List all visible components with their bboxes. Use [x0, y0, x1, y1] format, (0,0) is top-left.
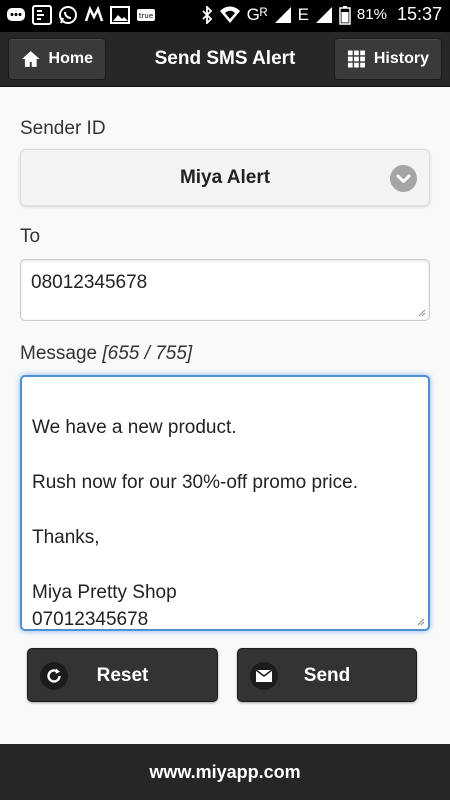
- grid-icon: [347, 50, 365, 68]
- gallery-icon: [110, 6, 130, 24]
- send-button-label: Send: [303, 665, 351, 686]
- footer-link[interactable]: www.miyapp.com: [149, 762, 300, 782]
- message-label-text: Message: [20, 343, 98, 364]
- svg-text:true: true: [139, 12, 153, 20]
- home-button[interactable]: Home: [8, 38, 106, 80]
- to-field[interactable]: 08012345678: [20, 259, 430, 321]
- signal-icon: [274, 6, 291, 23]
- history-button[interactable]: History: [334, 38, 442, 80]
- send-button[interactable]: Send: [237, 648, 417, 702]
- network-type: Gᴿ: [246, 4, 268, 24]
- home-icon: [21, 51, 40, 67]
- whatsapp-icon: [59, 6, 77, 24]
- clock: 15:37: [396, 4, 442, 24]
- battery-icon: [339, 5, 351, 25]
- app-header: Home Send SMS Alert History: [0, 32, 450, 87]
- chevron-down-icon: [390, 165, 417, 192]
- message-textarea[interactable]: We have a new product. Rush now for our …: [20, 375, 430, 631]
- messenger-icon: [7, 8, 25, 21]
- to-value: 08012345678: [31, 272, 148, 293]
- bluetooth-icon: [202, 5, 212, 24]
- status-bar: true Gᴿ E 81% 15:37: [0, 0, 450, 32]
- reset-button-label: Reset: [96, 665, 149, 686]
- system-icons: Gᴿ E 81% 15:37: [201, 4, 442, 25]
- sender-id-label: Sender ID: [20, 118, 106, 139]
- reset-button[interactable]: Reset: [27, 648, 218, 702]
- notification-icons: true: [6, 5, 156, 25]
- sender-id-select[interactable]: Miya Alert: [20, 149, 430, 206]
- footer: www.miyapp.com: [0, 744, 450, 800]
- to-label: To: [20, 226, 41, 247]
- truecaller-icon: true: [137, 9, 155, 21]
- battery-percent: 81%: [356, 6, 387, 23]
- bbm-icon: [32, 5, 52, 25]
- resize-handle-icon[interactable]: [415, 616, 425, 626]
- message-label: Message [655 / 755]: [20, 343, 192, 365]
- history-button-label: History: [373, 50, 429, 67]
- message-char-count: [655 / 755]: [102, 343, 193, 364]
- network-type-2: E: [297, 4, 309, 24]
- signal-icon-2: [315, 6, 332, 23]
- sender-id-value: Miya Alert: [179, 167, 271, 188]
- home-button-label: Home: [48, 50, 93, 67]
- message-value: We have a new product. Rush now for our …: [32, 416, 358, 631]
- wifi-icon: [219, 6, 240, 23]
- resize-handle-icon[interactable]: [416, 307, 426, 317]
- mailru-icon: [84, 5, 104, 22]
